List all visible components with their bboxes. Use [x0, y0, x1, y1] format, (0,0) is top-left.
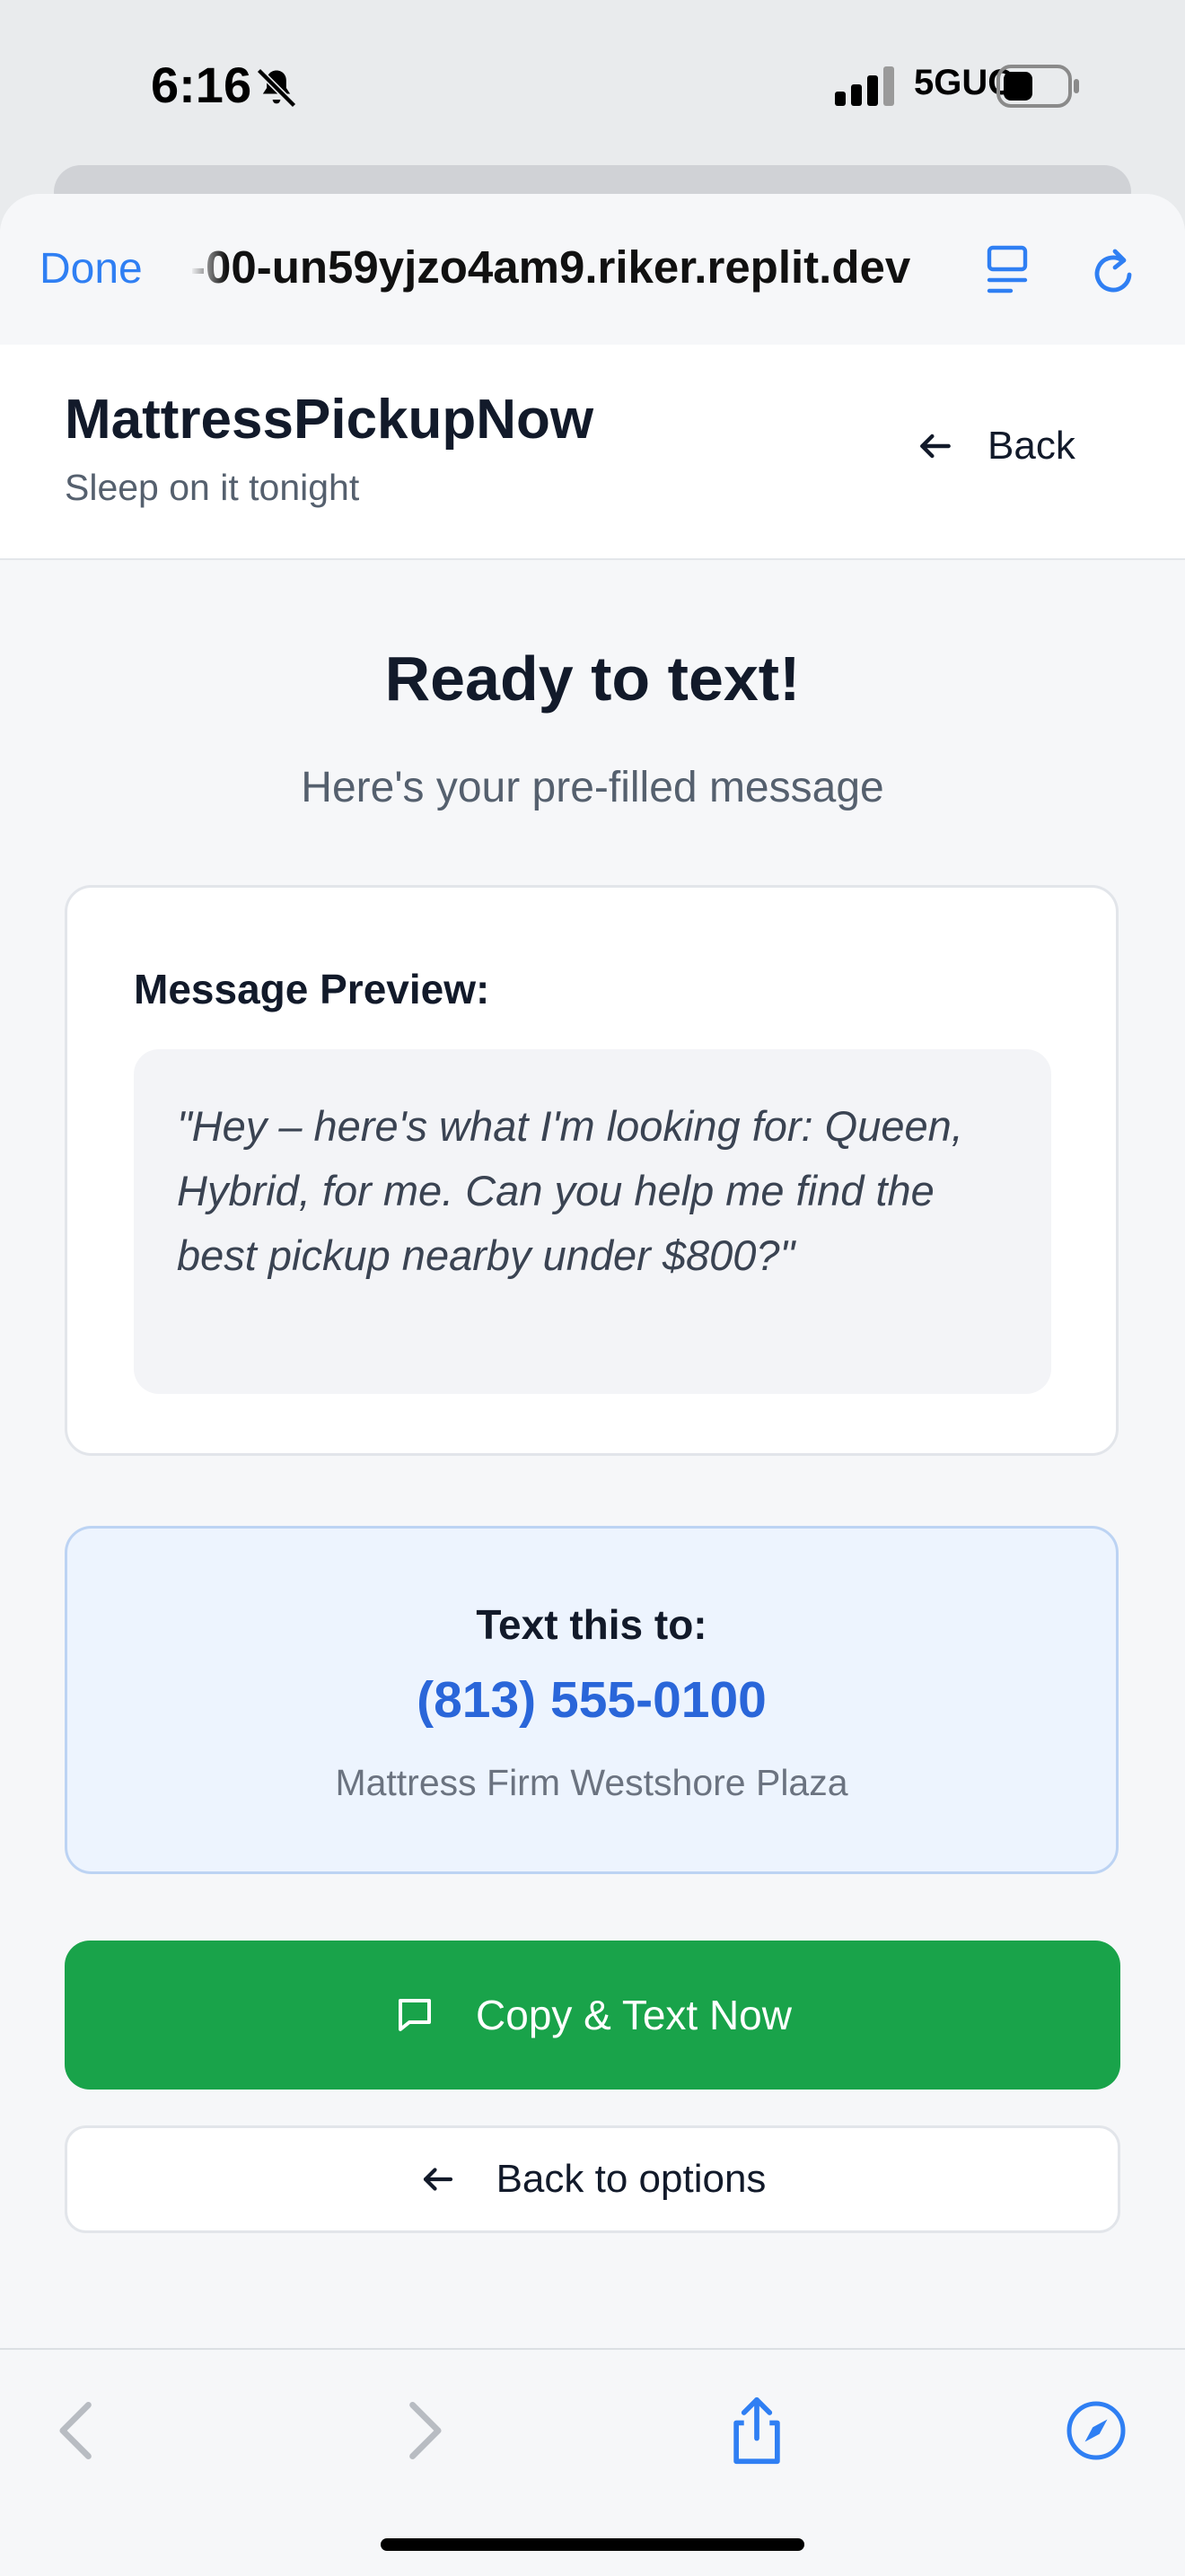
bell-slash-icon — [256, 67, 297, 109]
page-title: Ready to text! — [384, 644, 801, 714]
status-bar: 6:16 5GUC — [0, 0, 1185, 180]
reader-icon[interactable] — [984, 244, 1031, 298]
compass-icon[interactable] — [1065, 2395, 1128, 2466]
share-icon[interactable] — [725, 2395, 788, 2466]
back-button[interactable]: Back — [916, 415, 1075, 478]
text-recipient-label: Text this to: — [476, 1601, 707, 1648]
message-icon — [399, 1999, 432, 2031]
chevron-right-icon[interactable] — [391, 2395, 454, 2466]
arrow-left-icon — [920, 434, 951, 459]
back-to-options-label: Back to options — [496, 2157, 767, 2201]
copy-and-text-label: Copy & Text Now — [476, 1992, 792, 2038]
copy-and-text-button[interactable]: Copy & Text Now — [65, 1941, 1120, 2090]
battery-icon — [996, 65, 1079, 108]
home-indicator — [381, 2538, 804, 2551]
brand-title[interactable]: MattressPickupNow — [65, 388, 593, 451]
back-to-options-button[interactable]: Back to options — [65, 2125, 1120, 2233]
done-button[interactable]: Done — [40, 244, 143, 294]
status-time: 6:16 — [151, 57, 252, 113]
signal-icon — [835, 66, 894, 106]
back-button-label: Back — [988, 424, 1075, 468]
message-preview-card: Message Preview: "Hey – here's what I'm … — [65, 885, 1119, 1456]
store-name: Mattress Firm Westshore Plaza — [335, 1762, 848, 1803]
text-recipient-card: Text this to: (813) 555-0100 Mattress Fi… — [65, 1526, 1119, 1874]
app-header: MattressPickupNow Sleep on it tonight Ba… — [0, 345, 1185, 560]
url-text[interactable]: -00-un59yjzo4am9.riker.replit.dev — [190, 241, 944, 294]
brand-tagline: Sleep on it tonight — [65, 467, 360, 508]
page-subtitle: Here's your pre-filled message — [301, 764, 884, 811]
arrow-left-icon — [423, 2168, 452, 2191]
url-bar: Done -00-un59yjzo4am9.riker.replit.dev — [0, 194, 1185, 346]
phone-number-link[interactable]: (813) 555-0100 — [67, 1670, 1116, 1730]
url-fade — [190, 230, 226, 311]
reload-icon[interactable] — [1090, 244, 1140, 298]
chevron-left-icon[interactable] — [47, 2395, 110, 2466]
browser-sheet: Done -00-un59yjzo4am9.riker.replit.dev M… — [0, 194, 1185, 2574]
message-preview-text: "Hey – here's what I'm looking for: Quee… — [134, 1049, 1051, 1394]
message-preview-label: Message Preview: — [134, 966, 490, 1012]
